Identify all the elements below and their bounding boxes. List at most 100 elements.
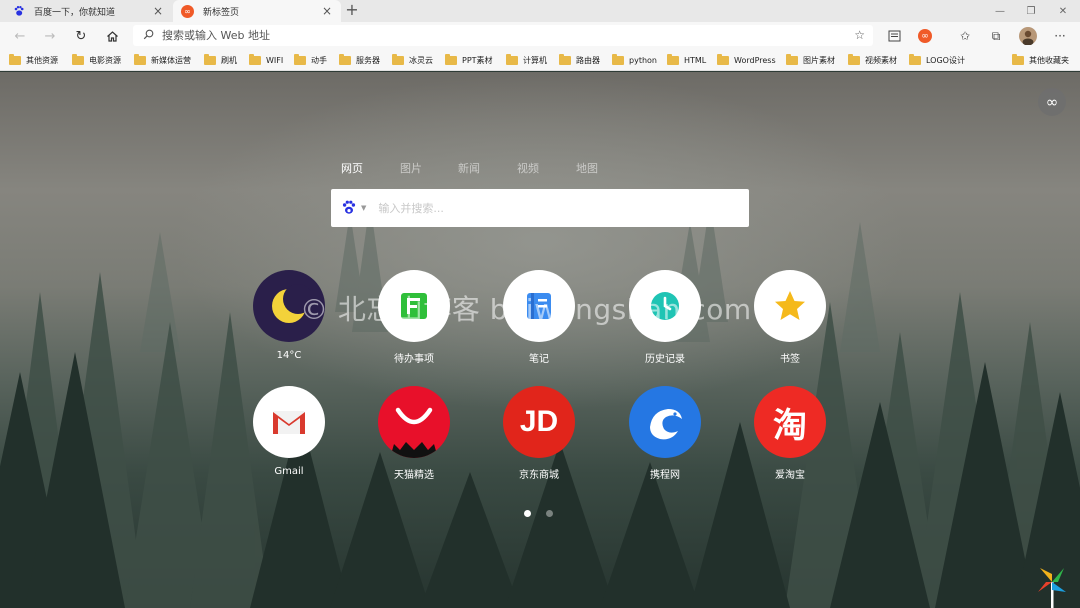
bookmark-folder[interactable]: 路由器 [559, 53, 600, 67]
close-icon[interactable]: × [152, 4, 164, 18]
other-favorites[interactable]: 其他收藏夹 [1012, 53, 1069, 67]
folder-icon [392, 53, 404, 65]
collections-icon[interactable]: ⧉ [986, 26, 1006, 46]
new-tab-page: ∞ 网页 图片 新闻 视频 地图 ▼ 14°C 待办事项 笔记 [0, 72, 1080, 608]
folder-icon [717, 53, 729, 65]
folder-icon [72, 53, 84, 65]
tile-label: 笔记 [529, 354, 549, 365]
new-tab-button[interactable]: + [344, 2, 360, 18]
bookmark-folder[interactable]: HTML [667, 53, 706, 67]
folder-icon [909, 53, 921, 65]
search-tab-video[interactable]: 视频 [517, 160, 539, 176]
search-box[interactable]: ▼ [331, 189, 749, 227]
page-dot-active[interactable] [524, 510, 531, 517]
infinity-menu-icon[interactable]: ∞ [1038, 88, 1066, 116]
bookmark-folder[interactable]: python [612, 53, 657, 67]
tab-title: 新标签页 [203, 7, 240, 18]
refresh-icon[interactable]: ↻ [71, 26, 91, 46]
bookmark-folder[interactable]: WordPress [717, 53, 776, 67]
pinwheel-logo-icon [1038, 568, 1066, 608]
favorites-icon[interactable]: ✩ [955, 26, 975, 46]
tile-label: 书签 [780, 354, 800, 365]
tile-jd[interactable]: JD 京东商城 [489, 386, 589, 481]
minimize-icon[interactable]: — [983, 0, 1017, 22]
folder-icon [786, 53, 798, 65]
folder-icon [294, 53, 306, 65]
tile-bookmarks[interactable]: 书签 [740, 270, 840, 365]
toolbar: ← → ↻ ☆ ∞ ✩ ⧉ ··· [0, 22, 1080, 49]
folder-icon [9, 53, 21, 65]
tab-title: 百度一下，你就知道 [34, 7, 116, 18]
jd-icon: JD [503, 386, 575, 458]
tile-label: 待办事项 [394, 354, 434, 365]
folder-icon [445, 53, 457, 65]
tile-label: 天猫精选 [394, 470, 434, 481]
bookmark-folder[interactable]: 计算机 [506, 53, 547, 67]
infinity-icon: ∞ [181, 4, 194, 18]
bookmark-folder[interactable]: WIFI [249, 53, 283, 67]
tile-ctrip[interactable]: 携程网 [615, 386, 715, 481]
bookmark-folder[interactable]: 视频素材 [848, 53, 897, 67]
folder-icon [1012, 53, 1024, 65]
bookmark-folder[interactable]: 冰灵云 [392, 53, 433, 67]
folder-icon [249, 53, 261, 65]
gmail-icon [253, 386, 325, 458]
folder-icon [848, 53, 860, 65]
folder-icon [339, 53, 351, 65]
tile-label: 携程网 [650, 470, 680, 481]
ctrip-icon [629, 386, 701, 458]
tmall-icon [378, 386, 450, 458]
star-icon [754, 270, 826, 342]
chevron-down-icon: ▼ [361, 204, 367, 212]
folder-icon [204, 53, 216, 65]
tile-gmail[interactable]: Gmail [239, 386, 339, 477]
address-input[interactable] [162, 29, 822, 42]
page-dot[interactable] [546, 510, 553, 517]
back-icon[interactable]: ← [10, 26, 30, 46]
tab-baidu[interactable]: 百度一下，你就知道 × [4, 0, 172, 22]
search-tab-map[interactable]: 地图 [576, 160, 598, 176]
infinity-extension-icon[interactable]: ∞ [915, 26, 935, 46]
bookmark-folder[interactable]: 刷机 [204, 53, 237, 67]
bookmark-folder[interactable]: 服务器 [339, 53, 380, 67]
tile-tmall[interactable]: 天猫精选 [364, 386, 464, 481]
tab-newtab[interactable]: ∞ 新标签页 × [173, 0, 341, 22]
address-bar[interactable]: ☆ [133, 25, 873, 46]
folder-icon [506, 53, 518, 65]
tab-strip: 百度一下，你就知道 × ∞ 新标签页 × + — ❐ ✕ [0, 0, 1080, 22]
folder-icon [667, 53, 679, 65]
bookmark-folder[interactable]: 图片素材 [786, 53, 835, 67]
baidu-paw-icon [12, 5, 25, 18]
home-icon[interactable] [102, 26, 122, 46]
bookmark-folder[interactable]: 动手 [294, 53, 327, 67]
folder-icon [559, 53, 571, 65]
favorite-star-icon[interactable]: ☆ [854, 28, 865, 42]
folder-icon [134, 53, 146, 65]
close-window-icon[interactable]: ✕ [1046, 0, 1080, 22]
search-tab-images[interactable]: 图片 [400, 160, 422, 176]
avatar[interactable] [1018, 26, 1038, 46]
bookmark-folder[interactable]: LOGO设计 [909, 53, 965, 67]
watermark: © 北忘山博客 beiwangshan.com [300, 293, 752, 326]
svg-text:∞: ∞ [921, 32, 929, 42]
reading-list-icon[interactable] [884, 26, 904, 46]
taobao-icon: 淘 [754, 386, 826, 458]
forward-icon[interactable]: → [40, 26, 60, 46]
bookmark-folder[interactable]: PPT素材 [445, 53, 493, 67]
bookmark-folder[interactable]: 其他资源 [9, 53, 58, 67]
search-tab-news[interactable]: 新闻 [458, 160, 480, 176]
search-input[interactable] [378, 201, 719, 215]
search-icon [143, 29, 154, 43]
bookmarks-bar: 其他资源 电影资源 新媒体运营 刷机 WIFI 动手 服务器 冰灵云 PPT素材… [0, 49, 1080, 71]
baidu-paw-icon [341, 199, 357, 218]
restore-icon[interactable]: ❐ [1014, 0, 1048, 22]
tile-taobao[interactable]: 淘 爱淘宝 [740, 386, 840, 481]
folder-icon [612, 53, 624, 65]
bookmark-folder[interactable]: 电影资源 [72, 53, 121, 67]
tile-label: 历史记录 [645, 354, 685, 365]
bookmark-folder[interactable]: 新媒体运营 [134, 53, 191, 67]
search-tab-web[interactable]: 网页 [341, 160, 363, 176]
tile-label: 14°C [276, 350, 302, 361]
more-menu-icon[interactable]: ··· [1050, 26, 1070, 46]
close-icon[interactable]: × [321, 4, 333, 18]
